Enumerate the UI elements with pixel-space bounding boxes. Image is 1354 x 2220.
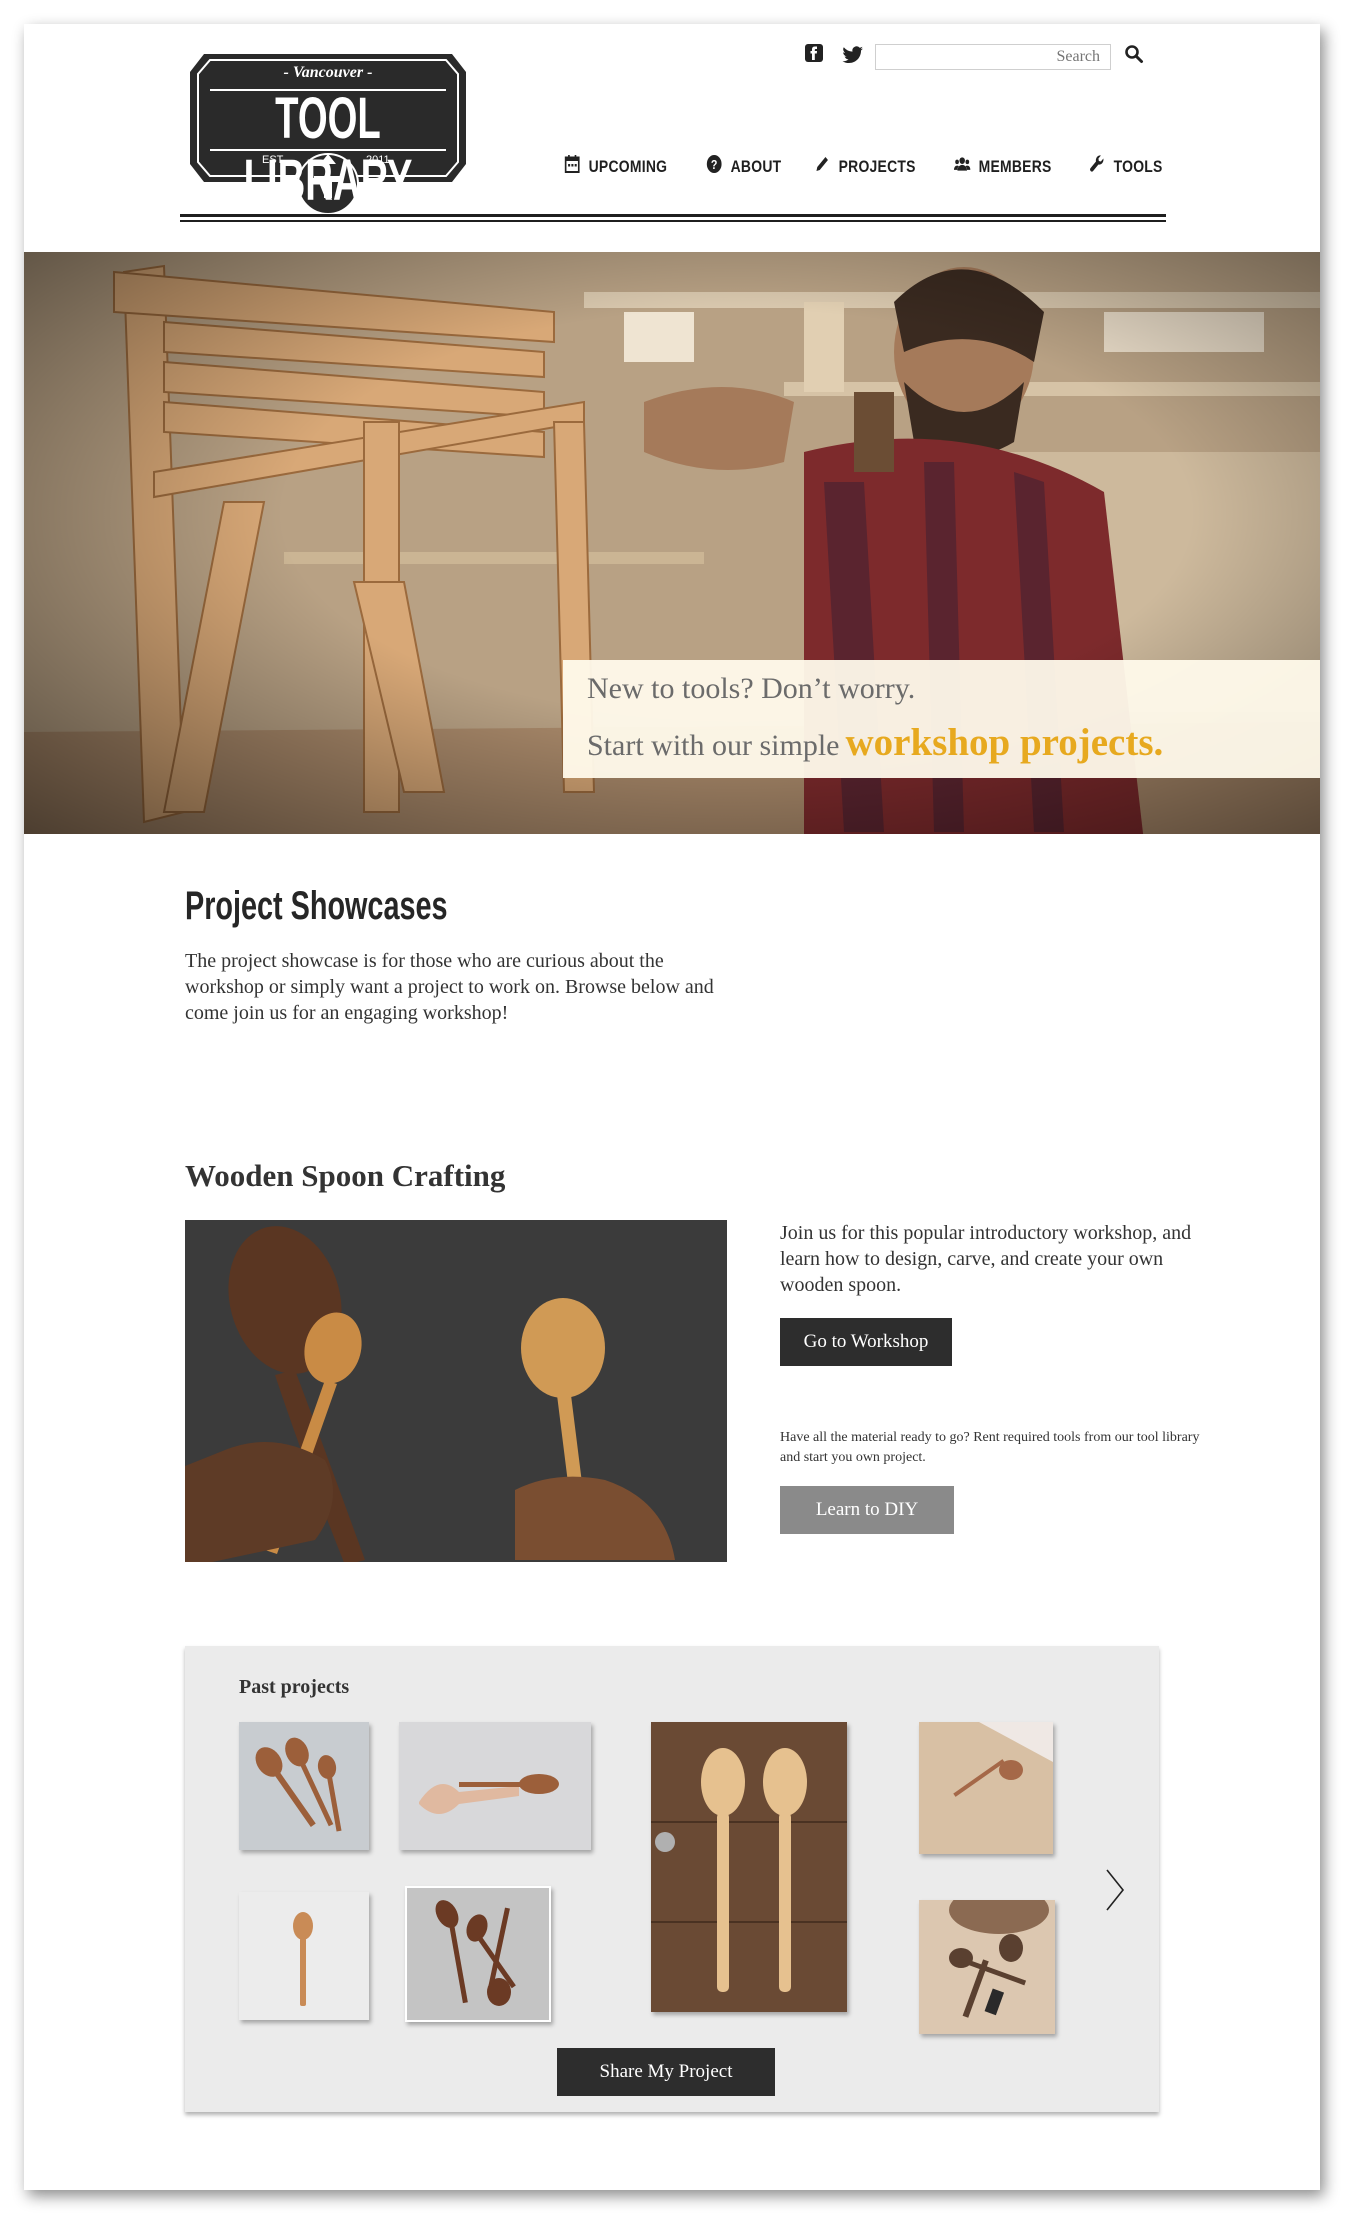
hero-caption: New to tools? Don’t worry. Start with ou…	[563, 660, 1320, 778]
project-showcases-title: Project Showcases	[185, 884, 448, 928]
past-project-thumb[interactable]	[239, 1722, 369, 1850]
twitter-icon[interactable]	[842, 46, 864, 69]
hero-caption-line1: New to tools? Don’t worry.	[587, 672, 916, 705]
users-icon	[953, 154, 971, 179]
svg-text:?: ?	[711, 157, 718, 172]
header-rule-bottom	[180, 220, 1166, 222]
search-input[interactable]	[875, 44, 1111, 70]
nav-about[interactable]: ? ABOUT	[706, 154, 781, 179]
nav-upcoming[interactable]: UPCOMING	[564, 154, 667, 179]
past-project-thumb[interactable]	[919, 1900, 1055, 2034]
wooden-spoon-image	[185, 1220, 727, 1562]
logo-year-text: 2011	[366, 154, 390, 166]
wrench-icon	[1089, 154, 1105, 179]
facebook-icon[interactable]	[805, 44, 823, 67]
nav-projects[interactable]: PROJECTS	[814, 154, 916, 179]
tool-library-logo[interactable]: - Vancouver - TOOL LIBRARY EST. 2011	[190, 44, 466, 216]
past-project-thumb[interactable]	[399, 1722, 591, 1850]
calendar-icon	[564, 154, 580, 179]
nav-tools-label: TOOLS	[1113, 156, 1163, 176]
nav-members-label: MEMBERS	[978, 156, 1052, 176]
go-to-workshop-button[interactable]: Go to Workshop	[780, 1318, 952, 1366]
logo-est-text: EST.	[262, 154, 286, 166]
question-circle-icon: ?	[706, 154, 722, 179]
diy-description: Have all the material ready to go? Rent …	[780, 1430, 1200, 1465]
past-project-thumb[interactable]	[651, 1722, 847, 2012]
share-my-project-button[interactable]: Share My Project	[557, 2048, 775, 2096]
past-project-thumb[interactable]	[919, 1722, 1053, 1854]
hero-caption-line2: Start with our simple workshop projects.	[587, 720, 1163, 765]
past-projects-panel: Past projects Share My Project	[185, 1646, 1159, 2112]
nav-tools[interactable]: TOOLS	[1089, 154, 1163, 179]
workshop-description: Join us for this popular introductory wo…	[780, 1222, 1192, 1296]
header-rule-top	[180, 214, 1166, 217]
pencil-icon	[814, 154, 830, 179]
workshop-title: Wooden Spoon Crafting	[185, 1158, 506, 1193]
page: - Vancouver - TOOL LIBRARY EST. 2011 UPC…	[24, 24, 1320, 2190]
past-project-thumb[interactable]	[405, 1886, 551, 2022]
search-icon[interactable]	[1124, 44, 1146, 66]
project-showcases-description: The project showcase is for those who ar…	[185, 950, 714, 1024]
past-project-thumb[interactable]	[239, 1892, 369, 2020]
chevron-right-icon[interactable]	[1103, 1866, 1127, 1914]
past-projects-title: Past projects	[239, 1676, 350, 1698]
nav-projects-label: PROJECTS	[838, 156, 916, 176]
workshop-projects-link[interactable]: workshop projects.	[845, 721, 1163, 764]
logo-main-text: TOOL LIBRARY	[243, 86, 413, 213]
hero-caption-line2-text: Start with our simple	[587, 729, 840, 762]
nav-members[interactable]: MEMBERS	[953, 154, 1052, 179]
main-nav: UPCOMING ? ABOUT PROJECTS MEMBERS TOOLS	[564, 154, 1163, 179]
learn-to-diy-button[interactable]: Learn to DIY	[780, 1486, 954, 1534]
nav-about-label: ABOUT	[730, 156, 782, 176]
nav-upcoming-label: UPCOMING	[588, 156, 668, 176]
logo-top-text: - Vancouver -	[283, 64, 373, 81]
hero-banner: New to tools? Don’t worry. Start with ou…	[24, 252, 1320, 834]
